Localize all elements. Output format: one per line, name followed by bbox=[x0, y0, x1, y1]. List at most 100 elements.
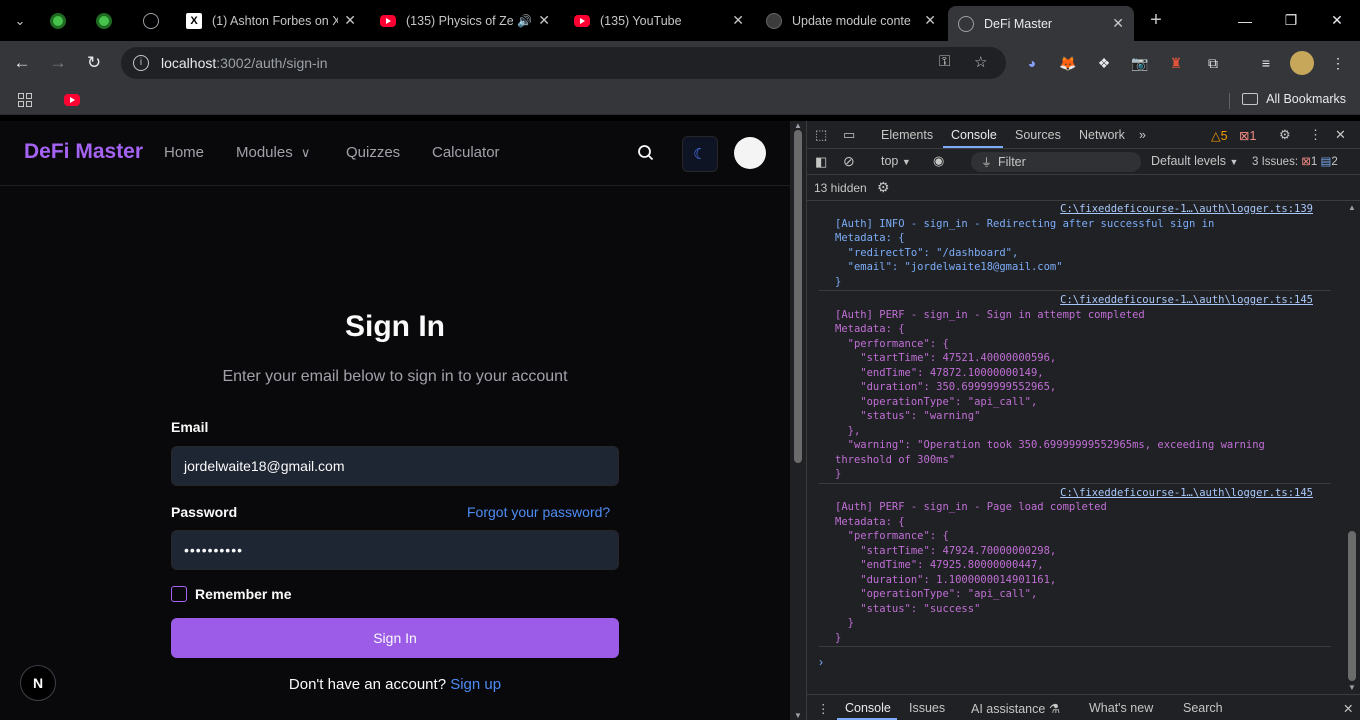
nav-modules[interactable]: Modules ∨ bbox=[236, 144, 310, 161]
profile-avatar[interactable] bbox=[1290, 51, 1314, 75]
console-settings-gear-icon[interactable]: ⚙ bbox=[877, 179, 890, 196]
tab-pinned-2[interactable] bbox=[86, 6, 126, 35]
tab-pinned-3[interactable] bbox=[133, 6, 173, 35]
drawer-tab-whats-new[interactable]: What's new bbox=[1089, 701, 1153, 715]
inspect-element-icon[interactable]: ⬚ bbox=[815, 127, 827, 143]
drawer-close-icon[interactable]: ✕ bbox=[1343, 701, 1353, 716]
forward-icon[interactable]: → bbox=[40, 41, 76, 85]
error-count-value: 1 bbox=[1249, 129, 1257, 143]
tab-title: DeFi Master bbox=[984, 16, 1053, 31]
user-avatar[interactable] bbox=[734, 137, 766, 169]
extensions-icon[interactable]: ⧉ bbox=[1203, 53, 1223, 73]
tab-github[interactable]: Update module conte ✕ bbox=[756, 6, 946, 35]
scroll-down-icon[interactable]: ▼ bbox=[1348, 683, 1356, 692]
sidebar-toggle-icon[interactable]: ◧ bbox=[815, 154, 827, 170]
remember-me-label[interactable]: Remember me bbox=[195, 586, 292, 602]
theme-toggle-button[interactable]: ☾ bbox=[682, 136, 718, 172]
tab-sources[interactable]: Sources bbox=[1015, 128, 1061, 142]
puzzle-extension-icon[interactable]: ❖ bbox=[1094, 53, 1114, 73]
log-levels-dropdown[interactable]: Default levels ▼ bbox=[1151, 154, 1238, 168]
drawer-menu-icon[interactable]: ⋮ bbox=[817, 701, 830, 716]
close-icon[interactable]: ✕ bbox=[538, 12, 550, 29]
sign-up-link[interactable]: Sign up bbox=[450, 676, 501, 693]
tab-console[interactable]: Console bbox=[951, 128, 997, 142]
console-filter-input[interactable]: ⏚ Filter bbox=[971, 152, 1141, 172]
password-key-icon[interactable]: ⚿ bbox=[939, 53, 950, 70]
window-close-icon[interactable]: ✕ bbox=[1314, 0, 1360, 41]
context-selector[interactable]: top ▼ bbox=[881, 154, 911, 168]
browser-menu-icon[interactable]: ⋮ bbox=[1328, 53, 1348, 73]
console-log-line: "warning": "Operation took 350.699999995… bbox=[835, 439, 1265, 451]
drawer-tab-issues[interactable]: Issues bbox=[909, 701, 945, 715]
device-toolbar-icon[interactable]: ▭ bbox=[843, 127, 855, 143]
nextjs-devtools-button[interactable]: N bbox=[20, 665, 56, 701]
search-icon[interactable] bbox=[636, 143, 656, 163]
youtube-icon bbox=[380, 14, 396, 27]
tab-defi-master[interactable]: DeFi Master ✕ bbox=[948, 6, 1134, 41]
nav-home[interactable]: Home bbox=[164, 144, 204, 161]
devtools-close-icon[interactable]: ✕ bbox=[1335, 127, 1346, 143]
brave-extension-icon[interactable]: ♜ bbox=[1166, 53, 1186, 73]
more-tabs-icon[interactable]: » bbox=[1139, 128, 1146, 142]
active-tab-indicator bbox=[943, 146, 1003, 148]
drawer-tab-console[interactable]: Console bbox=[845, 701, 891, 715]
page-scrollbar[interactable]: ▲ ▼ bbox=[790, 121, 806, 720]
drawer-tab-search[interactable]: Search bbox=[1183, 701, 1223, 715]
password-field[interactable]: •••••••••• bbox=[171, 530, 619, 570]
reload-icon[interactable]: ↻ bbox=[76, 41, 112, 85]
nav-calculator[interactable]: Calculator bbox=[432, 144, 500, 161]
warning-count[interactable]: △5 bbox=[1211, 128, 1228, 143]
ghost-extension-icon[interactable]: ◕ bbox=[1022, 53, 1042, 73]
speaker-icon[interactable]: 🔊 bbox=[517, 14, 532, 28]
console-scrollbar-thumb[interactable] bbox=[1348, 531, 1356, 681]
restore-icon[interactable]: ❐ bbox=[1268, 0, 1314, 41]
console-scrollbar[interactable]: ▲ ▼ bbox=[1344, 201, 1360, 694]
tab-network[interactable]: Network bbox=[1079, 128, 1125, 142]
live-expression-eye-icon[interactable]: ◉ bbox=[933, 153, 944, 169]
new-tab-button[interactable]: + bbox=[1136, 0, 1176, 41]
camera-icon[interactable]: 📷 bbox=[1130, 53, 1150, 73]
page-scrollbar-thumb[interactable] bbox=[794, 130, 802, 463]
drawer-tab-ai-assistance[interactable]: AI assistance ⚗ bbox=[971, 701, 1060, 716]
scroll-up-icon[interactable]: ▲ bbox=[794, 121, 802, 130]
scroll-up-icon[interactable]: ▲ bbox=[1348, 203, 1356, 212]
bookmark-star-icon[interactable]: ☆ bbox=[974, 53, 987, 71]
tab-elements[interactable]: Elements bbox=[881, 128, 933, 142]
issues-counter[interactable]: 3 Issues: ⊠1 ▤2 bbox=[1252, 154, 1338, 168]
tab-youtube[interactable]: (135) YouTube ✕ bbox=[564, 6, 754, 35]
site-info-icon[interactable]: i bbox=[133, 55, 149, 71]
settings-gear-icon[interactable]: ⚙ bbox=[1279, 127, 1291, 143]
console-source-link[interactable]: C:\fixeddeficourse-1…\auth\logger.ts:139 bbox=[1060, 203, 1313, 215]
all-bookmarks-button[interactable]: All Bookmarks bbox=[1242, 92, 1346, 106]
tab-x[interactable]: X (1) Ashton Forbes on X ✕ bbox=[176, 6, 366, 35]
sign-in-button[interactable]: Sign In bbox=[171, 618, 619, 658]
close-icon[interactable]: ✕ bbox=[1112, 15, 1124, 32]
console-source-link[interactable]: C:\fixeddeficourse-1…\auth\logger.ts:145 bbox=[1060, 294, 1313, 306]
remember-me-checkbox[interactable] bbox=[171, 586, 187, 602]
minimize-icon[interactable]: — bbox=[1222, 0, 1268, 41]
devtools-menu-icon[interactable]: ⋮ bbox=[1309, 127, 1322, 143]
clear-console-icon[interactable]: ⊘ bbox=[843, 153, 855, 170]
console-source-link[interactable]: C:\fixeddeficourse-1…\auth\logger.ts:145 bbox=[1060, 487, 1313, 499]
forgot-password-link[interactable]: Forgot your password? bbox=[467, 504, 610, 520]
media-control-icon[interactable]: ≡ bbox=[1256, 53, 1276, 73]
error-count[interactable]: ⊠1 bbox=[1239, 128, 1256, 143]
brand-logo[interactable]: DeFi Master bbox=[24, 140, 143, 164]
tab-physics[interactable]: (135) Physics of Ze 🔊 ✕ bbox=[370, 6, 560, 35]
close-icon[interactable]: ✕ bbox=[732, 12, 744, 29]
console-hidden-row: 13 hidden ⚙ bbox=[807, 175, 1360, 201]
devtools-tabs: ⬚ ▭ Elements Console Sources Network » △… bbox=[807, 121, 1360, 149]
metamask-fox-icon[interactable]: 🦊 bbox=[1058, 53, 1078, 73]
email-field[interactable]: jordelwaite18@gmail.com bbox=[171, 446, 619, 486]
back-icon[interactable]: ← bbox=[4, 41, 40, 85]
youtube-icon[interactable] bbox=[64, 94, 80, 106]
console-prompt[interactable]: › bbox=[819, 655, 823, 669]
scroll-down-icon[interactable]: ▼ bbox=[794, 711, 802, 720]
nav-quizzes[interactable]: Quizzes bbox=[346, 144, 400, 161]
tab-pinned-1[interactable] bbox=[40, 6, 80, 35]
close-icon[interactable]: ✕ bbox=[344, 12, 356, 29]
apps-grid-icon[interactable] bbox=[18, 93, 32, 107]
tab-search-chevron-icon[interactable]: ⌄ bbox=[0, 0, 40, 41]
address-bar[interactable]: i localhost:3002/auth/sign-in ⚿ ☆ bbox=[121, 47, 1006, 79]
close-icon[interactable]: ✕ bbox=[924, 12, 936, 29]
